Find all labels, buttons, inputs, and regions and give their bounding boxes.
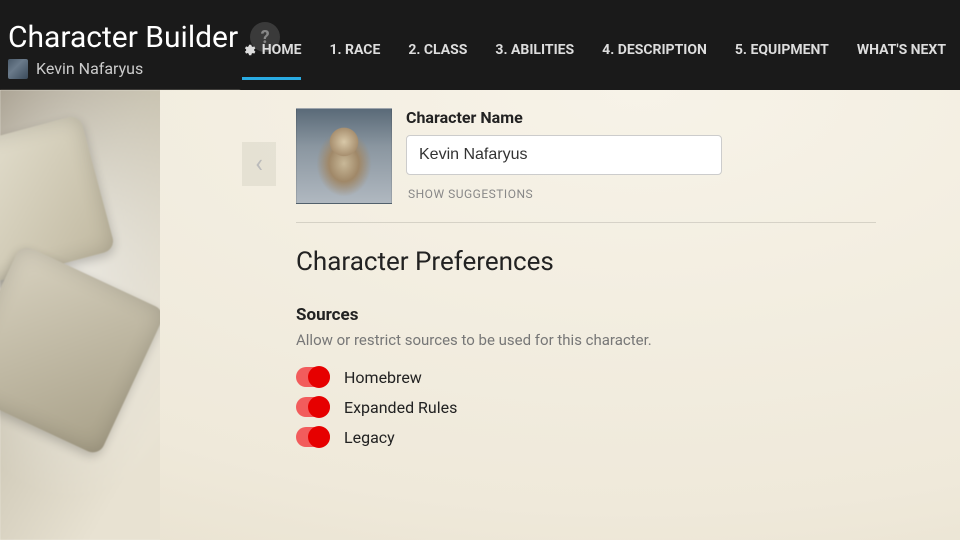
source-toggle-homebrew-row: Homebrew [296,367,920,387]
sources-description: Allow or restrict sources to be used for… [296,331,920,349]
nav-label: 1. RACE [329,42,380,58]
avatar-mini [8,59,28,79]
nav-label: 5. EQUIPMENT [735,42,829,58]
toggle-knob [308,366,330,388]
prev-step-button[interactable]: ‹ [242,142,276,186]
app-title: Character Builder [8,20,238,55]
preferences-title: Character Preferences [296,247,920,277]
section-divider [296,222,876,223]
nav-label: 2. CLASS [408,42,467,58]
character-name-label: Character Name [406,108,722,127]
character-name-row: ‹ Character Name SHOW SUGGESTIONS [296,108,920,204]
page-body: ‹ Character Name SHOW SUGGESTIONS Charac… [0,90,960,540]
character-portrait[interactable] [296,108,392,204]
toggle-expanded-rules[interactable] [296,397,330,417]
toggle-label: Homebrew [344,368,422,387]
chevron-left-icon: ‹ [255,149,263,179]
toggle-homebrew[interactable] [296,367,330,387]
nav-class[interactable]: 2. CLASS [394,30,481,90]
builder-nav: HOME 1. RACE 2. CLASS 3. ABILITIES 4. DE… [228,0,960,90]
toggle-label: Expanded Rules [344,398,457,417]
app-header: Character Builder ? Kevin Nafaryus HOME … [0,0,960,90]
nav-whats-next[interactable]: WHAT'S NEXT [843,30,960,90]
character-name-col: Character Name SHOW SUGGESTIONS [406,108,722,201]
toggle-knob [308,396,330,418]
nav-description[interactable]: 4. DESCRIPTION [588,30,721,90]
nav-label: 3. ABILITIES [495,42,574,58]
nav-home[interactable]: HOME [228,30,316,90]
nav-label: HOME [262,42,302,58]
nav-abilities[interactable]: 3. ABILITIES [481,30,588,90]
nav-equipment[interactable]: 5. EQUIPMENT [721,30,843,90]
nav-label: 4. DESCRIPTION [602,42,707,58]
toggle-label: Legacy [344,428,395,447]
sources-title: Sources [296,305,920,325]
toggle-knob [308,426,330,448]
toggle-legacy[interactable] [296,427,330,447]
source-toggle-legacy-row: Legacy [296,427,920,447]
nav-label: WHAT'S NEXT [857,42,946,58]
nav-race[interactable]: 1. RACE [315,30,394,90]
content-area: ‹ Character Name SHOW SUGGESTIONS Charac… [296,108,920,457]
source-toggle-expanded-row: Expanded Rules [296,397,920,417]
gear-icon [242,43,256,57]
header-character-name: Kevin Nafaryus [36,59,143,78]
character-name-input[interactable] [406,135,722,175]
show-suggestions-link[interactable]: SHOW SUGGESTIONS [408,187,722,201]
